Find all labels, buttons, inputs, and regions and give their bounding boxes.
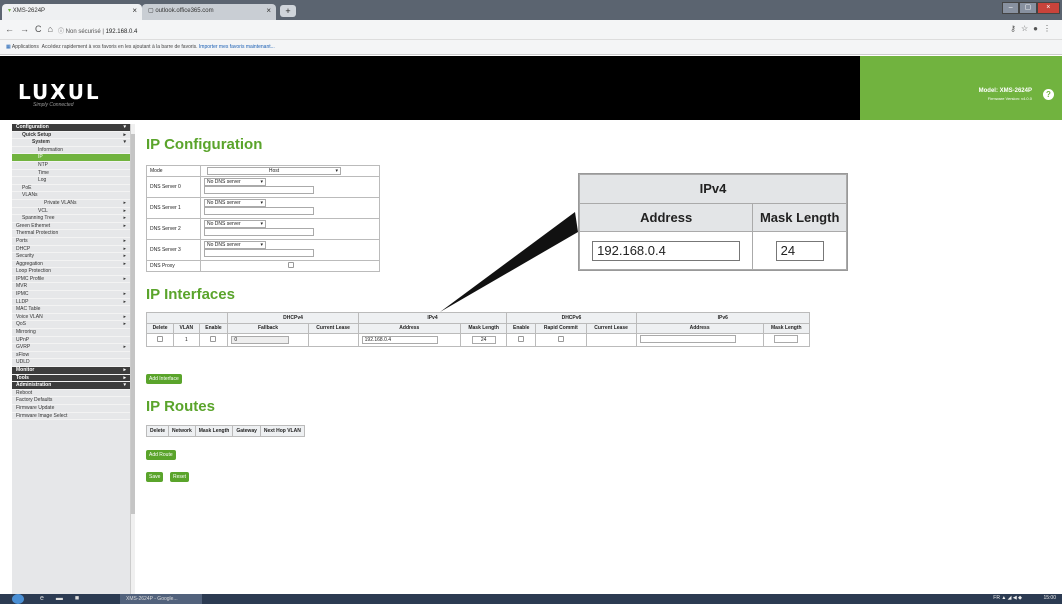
zoom-mask-header: Mask Length (752, 202, 847, 233)
folder-icon[interactable]: ▬ (56, 595, 75, 602)
ie-icon[interactable]: e (40, 595, 56, 602)
zoom-mask-input: 24 (775, 240, 824, 261)
pinned-icons: e▬■ (40, 595, 91, 602)
zoom-address-cell: 192.168.0.4 (578, 231, 754, 270)
zoom-mask-cell: 24 (752, 231, 847, 270)
app-icon[interactable]: ■ (75, 595, 91, 602)
zoom-address-input: 192.168.0.4 (592, 240, 741, 261)
taskbar-window[interactable]: XMS-2624P - Google... (120, 594, 202, 604)
callout-pointer (440, 212, 578, 312)
ipv4-zoom-callout: IPv4 Address Mask Length 192.168.0.4 24 (578, 173, 848, 271)
zoom-address-header: Address (578, 202, 754, 233)
start-button[interactable] (12, 594, 24, 604)
system-tray: FR ▲ ◢ ◀ ◆ (993, 595, 1022, 601)
os-taskbar: e▬■ XMS-2624P - Google... FR ▲ ◢ ◀ ◆ 15:… (0, 594, 1062, 604)
clock: 15:00 (1043, 595, 1056, 601)
zoom-group-header: IPv4 (579, 174, 847, 204)
